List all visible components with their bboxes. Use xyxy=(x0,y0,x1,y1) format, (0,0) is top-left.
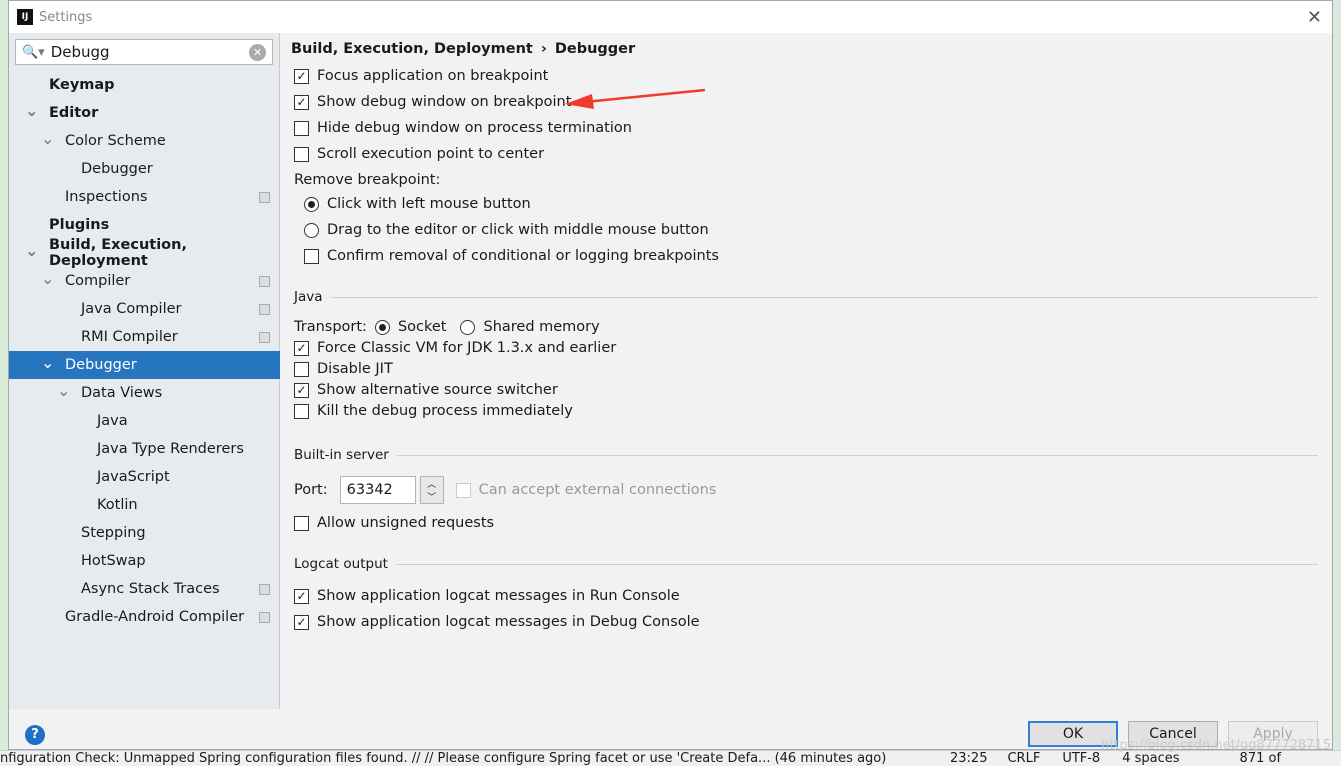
file-encoding[interactable]: UTF-8 xyxy=(1062,751,1100,766)
caret-position[interactable]: 23:25 xyxy=(950,751,987,766)
line-separator[interactable]: CRLF xyxy=(1007,751,1040,766)
annotation-arrow xyxy=(565,88,706,109)
status-message[interactable]: nfiguration Check: Unmapped Spring confi… xyxy=(0,751,930,766)
line-count: 871 of xyxy=(1239,751,1282,766)
indent-setting[interactable]: 4 spaces xyxy=(1122,751,1179,766)
watermark: https://blog.csdn.net/qq877728715 xyxy=(1100,738,1331,753)
